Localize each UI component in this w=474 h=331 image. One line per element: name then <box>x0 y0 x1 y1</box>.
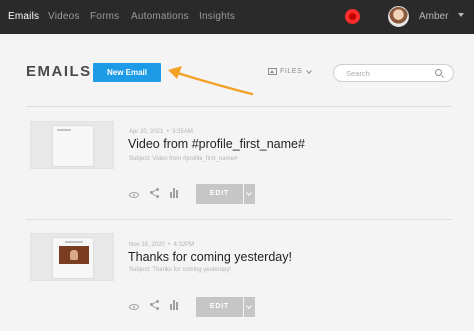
avatar[interactable] <box>388 6 409 27</box>
email-subject: Subject: Thanks for coming yesterday! <box>129 267 231 273</box>
email-thumbnail[interactable] <box>30 121 114 169</box>
video-thumbnail <box>59 246 89 264</box>
search-placeholder: Search <box>346 69 370 78</box>
eye-icon[interactable] <box>129 192 139 198</box>
divider <box>26 219 452 220</box>
email-thumbnail[interactable] <box>30 233 114 281</box>
annotation-arrow <box>168 66 254 96</box>
nav-automations[interactable]: Automations <box>131 11 189 22</box>
divider <box>26 106 452 107</box>
nav-forms[interactable]: Forms <box>90 11 119 22</box>
files-dropdown[interactable]: FILES <box>268 67 313 75</box>
email-preview <box>52 125 94 167</box>
stats-icon[interactable] <box>170 188 180 198</box>
nav-emails[interactable]: Emails <box>8 11 39 22</box>
chevron-down-icon <box>306 67 313 74</box>
edit-button[interactable]: EDIT <box>196 184 243 204</box>
email-subject: Subject: Video from #profile_first_name# <box>129 156 238 162</box>
edit-button[interactable]: EDIT <box>196 297 243 317</box>
email-title[interactable]: Thanks for coming yesterday! <box>128 250 292 264</box>
image-icon <box>268 68 277 75</box>
top-nav-bar: Emails Videos Forms Automations Insights… <box>0 0 474 34</box>
search-icon[interactable] <box>435 69 442 76</box>
email-preview <box>52 237 94 279</box>
nav-insights[interactable]: Insights <box>199 11 235 22</box>
user-menu-name[interactable]: Amber <box>419 11 448 22</box>
email-title[interactable]: Video from #profile_first_name# <box>128 137 305 151</box>
edit-dropdown-button[interactable] <box>244 184 255 204</box>
share-icon[interactable] <box>150 300 160 310</box>
search-input[interactable]: Search <box>333 64 454 82</box>
record-button[interactable] <box>345 9 360 24</box>
edit-dropdown-button[interactable] <box>244 297 255 317</box>
email-timestamp: Nov 16, 2020 • 4:32PM <box>129 242 195 248</box>
email-timestamp: Apr 20, 2021 • 3:35AM <box>129 129 193 135</box>
eye-icon[interactable] <box>129 304 139 310</box>
new-email-button[interactable]: New Email <box>93 63 161 82</box>
nav-videos[interactable]: Videos <box>48 11 80 22</box>
files-label: FILES <box>280 68 303 75</box>
chevron-down-icon[interactable] <box>458 13 464 17</box>
page-title: EMAILS <box>26 63 92 80</box>
share-icon[interactable] <box>150 188 160 198</box>
stats-icon[interactable] <box>170 300 180 310</box>
